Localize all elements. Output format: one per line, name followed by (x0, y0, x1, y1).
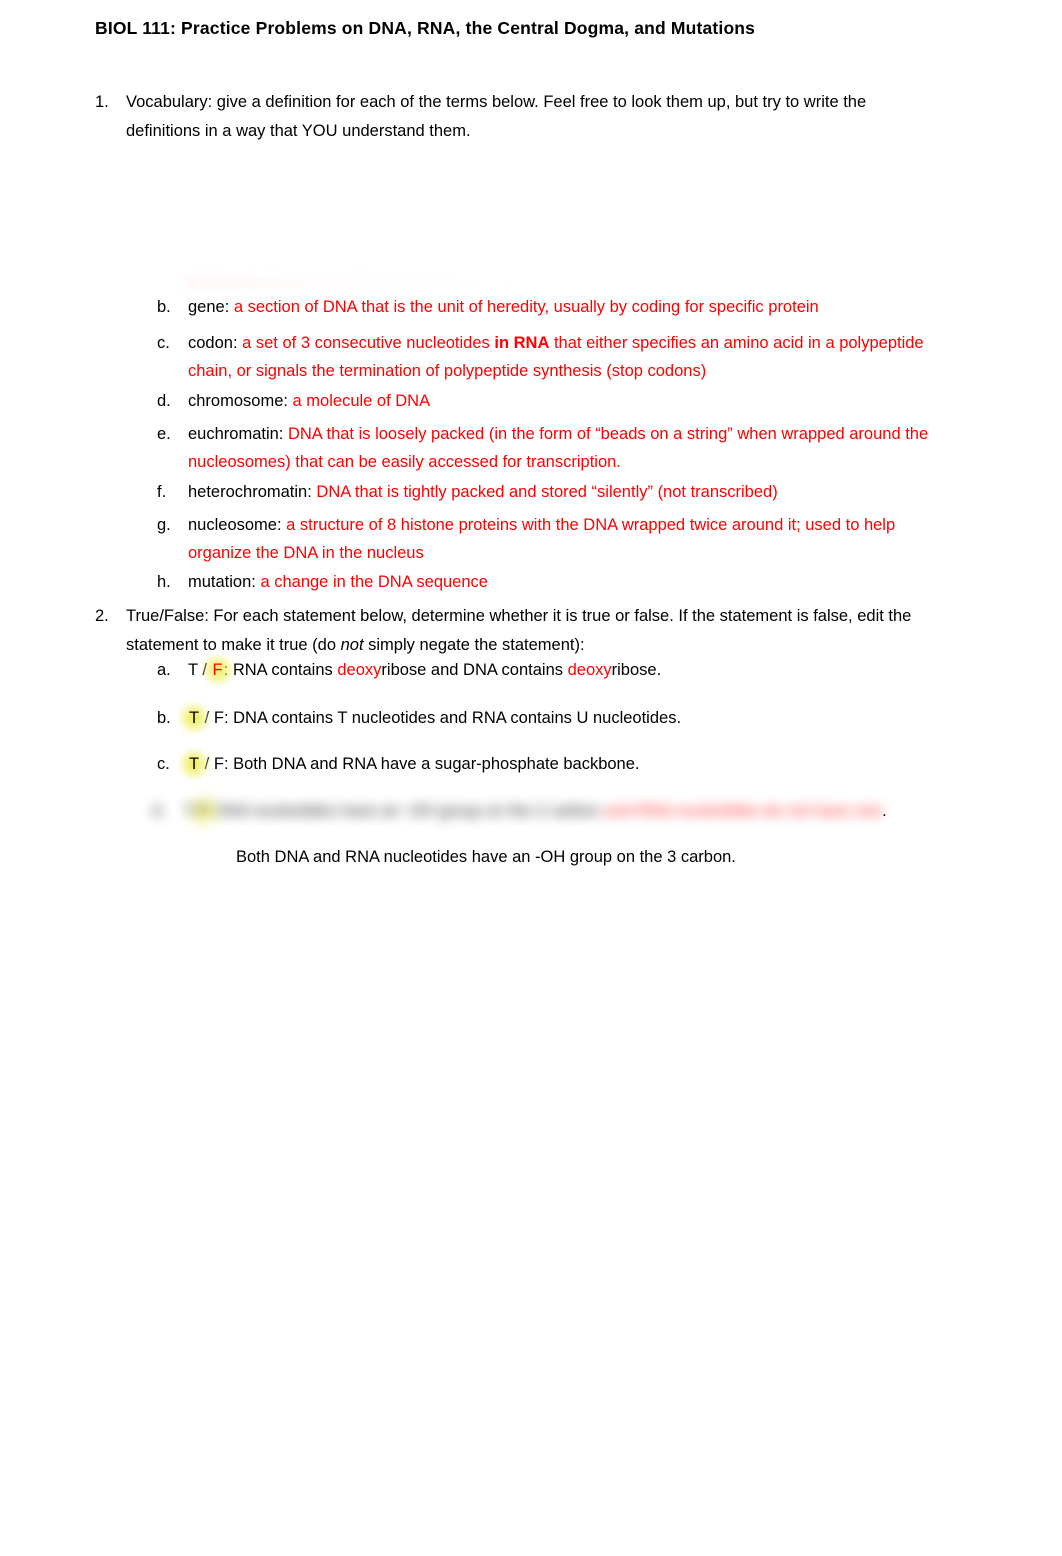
tf-item-a-text-red2: deoxy (567, 661, 612, 679)
vocab-item-nucleosome-answer: a structure of 8 histone proteins with t… (286, 516, 896, 534)
vocab-item-mutation-term: mutation: (188, 573, 261, 591)
tf-item-a-choice-false[interactable]: F (212, 656, 224, 684)
vocab-item-gene-term: gene: (188, 298, 234, 316)
tf-item-b-choice-false[interactable]: F (214, 709, 224, 727)
tf-item-a-text-post: ribose. (611, 661, 662, 679)
tf-item-a-text-red1: deoxy (337, 661, 382, 679)
tf-item-d-text-black: DNA nucleotides have an -OH group on the… (214, 802, 601, 820)
vocab-item-codon-answer-line2: chain, or signals the termination of pol… (188, 362, 707, 380)
tf-item-a-colon: : (223, 661, 233, 679)
vocab-item-codon-marker: c. (157, 334, 170, 352)
tf-item-a-text-pre: RNA contains (232, 661, 338, 679)
tf-item-c-separator: / (200, 755, 214, 773)
vocab-item-codon-answer-bold: in RNA (494, 334, 550, 352)
tf-item-b-marker: b. (157, 709, 171, 727)
vocab-item-euchromatin-marker: e. (157, 425, 171, 443)
vocab-item-heterochromatin-answer: DNA that is tightly packed and stored “s… (316, 483, 778, 501)
vocab-item-gene-body: gene: a section of DNA that is the unit … (188, 293, 819, 321)
vocab-item-heterochromatin: f. heterochromatin: DNA that is tightly … (157, 478, 778, 506)
question-2: 2. True/False: For each statement below,… (95, 602, 911, 660)
vocab-item-chromosome-marker: d. (157, 392, 171, 410)
vocab-item-euchromatin-body: euchromatin: DNA that is loosely packed … (188, 420, 928, 476)
tf-item-c-choice-false[interactable]: F (214, 755, 224, 773)
vocab-item-codon-answer-pre: a set of 3 consecutive nucleotides (242, 334, 495, 352)
tf-item-b-choice-true[interactable]: T (188, 704, 200, 732)
vocab-item-euchromatin-term: euchromatin: (188, 425, 288, 443)
tf-item-d-text-red: and RNA nucleotides do not have one (605, 802, 883, 820)
tf-item-d-trailing-period: . (882, 802, 887, 820)
tf-item-d-choice-false[interactable]: F (198, 797, 210, 825)
vocab-item-chromosome-answer: a molecule of DNA (292, 392, 431, 410)
vocab-item-heterochromatin-term: heterochromatin: (188, 483, 317, 501)
tf-item-a-text-mid: ribose and DNA contains (381, 661, 568, 679)
vocab-item-nucleosome-marker: g. (157, 516, 171, 534)
vocab-item-heterochromatin-marker: f. (157, 483, 167, 501)
vocab-item-mutation-body: mutation: a change in the DNA sequence (188, 568, 488, 596)
vocab-item-gene-answer: a section of DNA that is the unit of her… (233, 298, 819, 316)
vocab-item-codon-answer-post: that either specifies an amino acid in a… (549, 334, 924, 352)
tf-item-a-body: T / F: RNA contains deoxyribose and DNA … (188, 656, 661, 684)
question-2-prompt-line1: True/False: For each statement below, de… (126, 607, 912, 625)
question-2-prompt: True/False: For each statement below, de… (126, 602, 911, 660)
tf-item-d: d. T / F: DNA nucleotides have an -OH gro… (152, 796, 887, 826)
tf-item-c-text: Both DNA and RNA have a sugar-phosphate … (233, 755, 640, 773)
tf-item-b-colon: : (223, 709, 234, 727)
vocab-item-codon-term: codon: (188, 334, 243, 352)
tf-item-d-choice-true[interactable]: T (183, 797, 193, 825)
tf-item-c-body: T / F: Both DNA and RNA have a sugar-pho… (188, 750, 639, 778)
question-2-prompt-line2-b: simply negate the statement): (363, 636, 585, 654)
vocab-item-euchromatin-answer-line2: nucleosomes) that can be easily accessed… (188, 453, 621, 471)
tf-item-a: a. T / F: RNA contains deoxyribose and D… (157, 656, 661, 684)
vocab-item-chromosome-body: chromosome: a molecule of DNA (188, 387, 430, 415)
vocab-item-codon: c. codon: a set of 3 consecutive nucleot… (157, 329, 924, 385)
tf-item-a-choice-true[interactable]: T (188, 661, 198, 679)
vocab-item-chromosome: d. chromosome: a molecule of DNA (157, 387, 430, 415)
tf-item-d-marker: d. (152, 802, 166, 820)
question-1-prompt-line2: definitions in a way that YOU understand… (126, 122, 471, 140)
vocab-item-mutation-marker: h. (157, 573, 171, 591)
tf-item-c-marker: c. (157, 755, 170, 773)
tf-item-b-body: T / F: DNA contains T nucleotides and RN… (188, 704, 681, 732)
erased-item-a (186, 276, 516, 290)
vocab-item-gene: b. gene: a section of DNA that is the un… (157, 293, 819, 321)
vocab-item-nucleosome-body: nucleosome: a structure of 8 histone pro… (188, 511, 895, 567)
tf-item-b: b. T / F: DNA contains T nucleotides and… (157, 704, 681, 732)
document-page: BIOL 111: Practice Problems on DNA, RNA,… (0, 0, 1062, 1556)
tf-item-c-colon: : (223, 755, 234, 773)
page-title: BIOL 111: Practice Problems on DNA, RNA,… (95, 18, 756, 38)
tf-closing-note: Both DNA and RNA nucleotides have an -OH… (236, 848, 736, 866)
vocab-item-nucleosome-term: nucleosome: (188, 516, 287, 534)
tf-item-b-text: DNA contains T nucleotides and RNA conta… (233, 709, 682, 727)
vocab-item-nucleosome-answer-line2: organize the DNA in the nucleus (188, 544, 424, 562)
tf-item-a-separator: / (197, 661, 212, 679)
question-2-marker: 2. (95, 607, 109, 625)
vocab-item-heterochromatin-body: heterochromatin: DNA that is tightly pac… (188, 478, 778, 506)
question-1-prompt: Vocabulary: give a definition for each o… (126, 88, 866, 146)
question-1: 1. Vocabulary: give a definition for eac… (95, 88, 866, 146)
tf-item-a-marker: a. (157, 661, 171, 679)
question-1-marker: 1. (95, 93, 109, 111)
tf-item-c: c. T / F: Both DNA and RNA have a sugar-… (157, 750, 639, 778)
vocab-item-chromosome-term: chromosome: (188, 392, 293, 410)
vocab-item-nucleosome: g. nucleosome: a structure of 8 histone … (157, 511, 895, 567)
vocab-item-mutation: h. mutation: a change in the DNA sequenc… (157, 568, 488, 596)
tf-item-b-separator: / (200, 709, 214, 727)
vocab-item-euchromatin: e. euchromatin: DNA that is loosely pack… (157, 420, 928, 476)
vocab-item-gene-marker: b. (157, 298, 171, 316)
question-1-prompt-line1: Vocabulary: give a definition for each o… (126, 93, 867, 111)
tf-item-c-choice-true[interactable]: T (188, 750, 200, 778)
vocab-item-codon-body: codon: a set of 3 consecutive nucleotide… (188, 329, 924, 385)
vocab-item-euchromatin-answer: DNA that is loosely packed (in the form … (287, 425, 929, 443)
question-2-prompt-line2-a: statement to make it true (do (126, 636, 341, 654)
vocab-item-mutation-answer: a change in the DNA sequence (260, 573, 488, 591)
question-2-prompt-italic-not: not (340, 636, 364, 654)
